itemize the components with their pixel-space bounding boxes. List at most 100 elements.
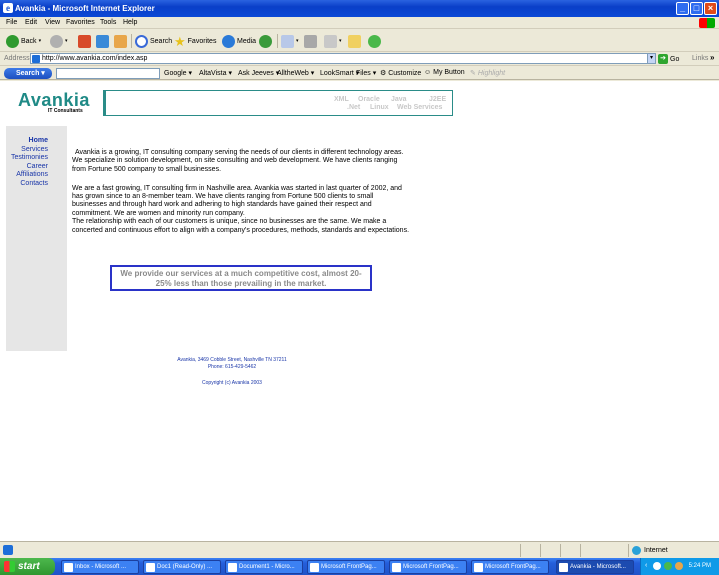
media-button[interactable]: Media <box>222 34 256 48</box>
search-alltheweb[interactable]: AlltheWeb ▾ <box>277 69 314 77</box>
forward-button[interactable]: ▾ <box>50 34 68 48</box>
menu-favorites[interactable]: Favorites <box>66 19 95 26</box>
about-line: concerted and continuous effort to align… <box>72 227 410 234</box>
stop-icon <box>78 34 91 48</box>
ie-icon <box>559 563 568 572</box>
messenger-button[interactable] <box>368 34 381 48</box>
links-button[interactable]: Links <box>692 55 708 62</box>
taskbar-item-frontpage-2[interactable]: Microsoft FrontPag... <box>389 560 467 574</box>
nav-affiliations[interactable]: Affiliations <box>16 171 48 178</box>
taskbar-item-document1[interactable]: Document1 - Micro... <box>225 560 303 574</box>
stop-button[interactable] <box>78 34 91 48</box>
taskbar-item-doc1[interactable]: Doc1 (Read-Only) ... <box>143 560 221 574</box>
back-button[interactable]: Back ▾ <box>6 34 41 48</box>
print-icon <box>304 34 317 48</box>
globe-icon <box>632 546 641 555</box>
menu-edit[interactable]: Edit <box>25 19 37 26</box>
person-icon: ☺ <box>424 69 432 76</box>
messenger-icon <box>368 34 381 48</box>
nav-career[interactable]: Career <box>27 163 48 170</box>
windows-logo-icon <box>699 18 715 28</box>
tech-j2ee: J2EE <box>429 96 447 103</box>
title-bar: e Avankia - Microsoft Internet Explorer … <box>0 0 719 17</box>
search-highlight[interactable]: ✎ Highlight <box>470 69 505 77</box>
word-icon <box>146 563 155 572</box>
maximize-button[interactable]: □ <box>690 2 703 15</box>
go-button[interactable]: ➔ Go <box>658 53 679 65</box>
search-toolbar: Search ▾ Google ▾ AltaVista ▾ Ask Jeeves… <box>0 67 719 80</box>
media-icon <box>222 34 235 48</box>
nav-services[interactable]: Services <box>21 146 48 153</box>
status-bar: Internet <box>0 541 719 558</box>
search-customize[interactable]: ⚙ Customize <box>380 69 421 77</box>
menu-tools[interactable]: Tools <box>100 19 116 26</box>
mail-button[interactable]: ▾ <box>281 34 299 48</box>
footer-address: Avankia, 3469 Cobble Street, Nashville T… <box>177 357 287 363</box>
discuss-icon <box>348 34 361 48</box>
tray-volume-icon[interactable] <box>675 562 683 570</box>
frontpage-icon <box>310 563 319 572</box>
back-arrow-icon <box>6 34 19 48</box>
ie-icon: e <box>3 3 13 13</box>
frontpage-icon <box>474 563 483 572</box>
edit-button[interactable]: ▾ <box>324 34 342 48</box>
address-input[interactable]: http://www.avankia.com/index.asp <box>30 53 655 64</box>
word-icon <box>228 563 237 572</box>
page-icon <box>32 55 40 63</box>
tray-network-icon[interactable] <box>653 562 661 570</box>
search-icon <box>135 34 148 48</box>
nav-testimonies[interactable]: Testimonies <box>11 154 48 161</box>
refresh-icon <box>96 34 109 48</box>
discuss-button[interactable] <box>348 34 361 48</box>
web-page: Avankia IT Consultants XML Oracle Java J… <box>0 81 719 541</box>
refresh-button[interactable] <box>96 34 109 48</box>
tray-arrow-icon[interactable]: ‹ <box>645 562 647 569</box>
favorites-button[interactable]: ★ Favorites <box>174 34 216 48</box>
print-button[interactable] <box>304 34 317 48</box>
tray-messenger-icon[interactable] <box>664 562 672 570</box>
about-line: businesses and through hard work and adh… <box>72 201 372 208</box>
menu-file[interactable]: File <box>6 19 17 26</box>
status-divider <box>520 544 521 557</box>
status-divider <box>628 544 629 557</box>
search-button[interactable]: Search <box>135 34 172 48</box>
chevron-right-icon[interactable]: » <box>710 53 714 62</box>
frontpage-icon <box>392 563 401 572</box>
clock[interactable]: 5:24 PM <box>689 563 711 569</box>
start-button[interactable]: start <box>0 558 55 575</box>
page-scrollbar-area[interactable] <box>712 81 719 541</box>
menu-view[interactable]: View <box>45 19 60 26</box>
footer-phone: Phone: 615-429-5462 <box>207 364 257 370</box>
search-mybutton[interactable]: ☺ My Button <box>424 69 465 76</box>
history-icon <box>259 34 272 48</box>
search-askjeeves[interactable]: Ask Jeeves ▾ <box>238 69 279 77</box>
nav-contacts[interactable]: Contacts <box>20 180 48 187</box>
search-toolbar-logo[interactable]: Search ▾ <box>4 68 52 79</box>
about-line: The relationship with each of our custom… <box>72 218 387 225</box>
nav-home[interactable]: Home <box>29 137 48 144</box>
windows-flag-icon <box>4 561 15 572</box>
home-button[interactable] <box>114 34 127 48</box>
search-altavista[interactable]: AltaVista ▾ <box>199 69 232 77</box>
gear-icon: ⚙ <box>380 70 387 77</box>
address-bar: Address http://www.avankia.com/index.asp… <box>0 52 719 66</box>
search-toolbar-input[interactable] <box>56 68 160 79</box>
address-url: http://www.avankia.com/index.asp <box>42 55 148 62</box>
taskbar-item-inbox[interactable]: Inbox - Microsoft ... <box>61 560 139 574</box>
taskbar-item-avankia[interactable]: Avankia - Microsoft... <box>556 560 634 574</box>
security-zone: Internet <box>632 546 668 555</box>
star-icon: ★ <box>174 33 186 49</box>
close-button[interactable]: × <box>704 2 717 15</box>
menu-help[interactable]: Help <box>123 19 137 26</box>
page-done-icon <box>3 545 13 555</box>
search-google[interactable]: Google ▾ <box>164 69 192 77</box>
address-dropdown-button[interactable]: ▾ <box>647 53 656 64</box>
tech-linux: Linux <box>370 104 389 111</box>
intro-line: from Fortune 500 company to small busine… <box>72 166 222 173</box>
history-button[interactable] <box>259 34 272 48</box>
search-looksmart[interactable]: LookSmart ▾ <box>320 69 359 77</box>
minimize-button[interactable]: _ <box>676 2 689 15</box>
taskbar-item-frontpage-3[interactable]: Microsoft FrontPag... <box>471 560 549 574</box>
search-files[interactable]: Files ▾ <box>356 69 376 77</box>
taskbar-item-frontpage-1[interactable]: Microsoft FrontPag... <box>307 560 385 574</box>
